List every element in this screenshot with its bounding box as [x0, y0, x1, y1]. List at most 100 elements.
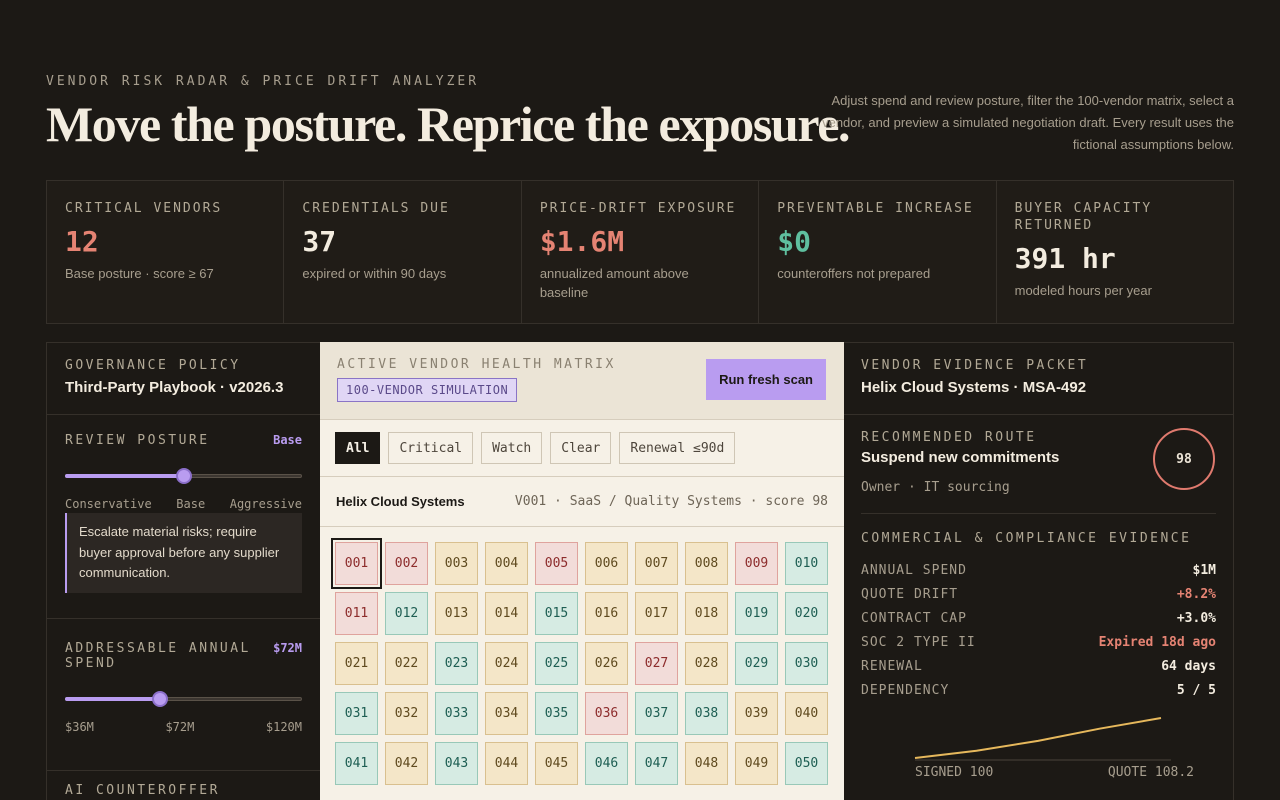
slider-thumb[interactable] — [175, 468, 192, 484]
vendor-cell[interactable]: 033 — [435, 692, 478, 735]
evidence-key: ANNUAL SPEND — [861, 562, 967, 578]
counteroffer-label: AI COUNTEROFFER — [65, 783, 220, 798]
vendor-cell[interactable]: 003 — [435, 542, 478, 585]
vendor-cell[interactable]: 036 — [585, 692, 628, 735]
evidence-header: VENDOR EVIDENCE PACKET Helix Cloud Syste… — [844, 343, 1233, 415]
selected-vendor-meta: V001 · SaaS / Quality Systems · score 98 — [514, 494, 828, 509]
vendor-cell[interactable]: 018 — [685, 592, 728, 635]
route-section: RECOMMENDED ROUTE Suspend new commitment… — [844, 415, 1233, 495]
vendor-cell[interactable]: 009 — [735, 542, 778, 585]
vendor-cell[interactable]: 035 — [535, 692, 578, 735]
vendor-cell[interactable]: 010 — [785, 542, 828, 585]
vendor-cell[interactable]: 050 — [785, 742, 828, 785]
vendor-cell[interactable]: 026 — [585, 642, 628, 685]
vendor-cell[interactable]: 031 — [335, 692, 378, 735]
vendor-cell[interactable]: 017 — [635, 592, 678, 635]
vendor-cell[interactable]: 041 — [335, 742, 378, 785]
vendor-cell[interactable]: 027 — [635, 642, 678, 685]
evidence-row: CONTRACT CAP +3.0% — [861, 606, 1216, 630]
vendor-cell[interactable]: 001 — [331, 538, 382, 589]
spend-slider[interactable] — [65, 691, 302, 707]
governance-title: Third-Party Playbook · v2026.3 — [65, 379, 284, 396]
simulation-badge: 100-VENDOR SIMULATION — [337, 378, 518, 402]
vendor-cell[interactable]: 015 — [535, 592, 578, 635]
slider-fill — [65, 697, 160, 701]
evidence-row: RENEWAL 64 days — [861, 654, 1216, 678]
vendor-cell[interactable]: 022 — [385, 642, 428, 685]
vendor-cell[interactable]: 028 — [685, 642, 728, 685]
vendor-cell[interactable]: 025 — [535, 642, 578, 685]
vendor-cell[interactable]: 006 — [585, 542, 628, 585]
evidence-key: SOC 2 TYPE II — [861, 634, 976, 650]
slider-thumb[interactable] — [151, 691, 168, 707]
run-scan-button[interactable]: Run fresh scan — [706, 359, 826, 400]
kpi-card: PRICE-DRIFT EXPOSURE $1.6M annualized amou… — [522, 181, 760, 323]
vendor-cell[interactable]: 021 — [335, 642, 378, 685]
vendor-cell[interactable]: 016 — [585, 592, 628, 635]
sparkline-end-label: QUOTE 108.2 — [1108, 765, 1194, 780]
evidence-rows: ANNUAL SPEND $1M QUOTE DRIFT +8.2% CONTRACT … — [861, 558, 1216, 702]
vendor-cell[interactable]: 002 — [385, 542, 428, 585]
evidence-section: COMMERCIAL & COMPLIANCE EVIDENCE ANNUAL … — [844, 514, 1233, 785]
vendor-cell[interactable]: 020 — [785, 592, 828, 635]
vendor-cell[interactable]: 024 — [485, 642, 528, 685]
evidence-key: CONTRACT CAP — [861, 610, 967, 626]
vendor-cell[interactable]: 023 — [435, 642, 478, 685]
vendor-cell[interactable]: 039 — [735, 692, 778, 735]
filter-bar: All Critical Watch Clear Renewal ≤90d — [320, 420, 844, 477]
vendor-cell[interactable]: 037 — [635, 692, 678, 735]
vendor-cell[interactable]: 038 — [685, 692, 728, 735]
vendor-cell[interactable]: 019 — [735, 592, 778, 635]
vendor-cell[interactable]: 011 — [335, 592, 378, 635]
evidence-row: QUOTE DRIFT +8.2% — [861, 582, 1216, 606]
filter-chip[interactable]: Critical — [388, 432, 474, 464]
vendor-cell[interactable]: 044 — [485, 742, 528, 785]
vendor-cell[interactable]: 007 — [635, 542, 678, 585]
kpi-sub: expired or within 90 days — [302, 266, 447, 281]
filter-chip[interactable]: Watch — [481, 432, 543, 464]
kpi-card: BUYER CAPACITY RETURNED 391 hr modeled hou… — [997, 181, 1233, 323]
vendor-cell[interactable]: 043 — [435, 742, 478, 785]
vendor-cell[interactable]: 045 — [535, 742, 578, 785]
eyebrow: VENDOR RISK RADAR & PRICE DRIFT ANALYZER — [46, 74, 480, 89]
price-drift-sparkline: SIGNED 100 QUOTE 108.2 — [914, 717, 1194, 780]
posture-value: Base — [273, 433, 302, 447]
vendor-cell[interactable]: 014 — [485, 592, 528, 635]
vendor-cell[interactable]: 040 — [785, 692, 828, 735]
evidence-row: SOC 2 TYPE II Expired 18d ago — [861, 630, 1216, 654]
slider-fill — [65, 474, 184, 478]
vendor-cell[interactable]: 012 — [385, 592, 428, 635]
vendor-cell[interactable]: 005 — [535, 542, 578, 585]
posture-slider[interactable] — [65, 468, 302, 484]
vendor-cell[interactable]: 029 — [735, 642, 778, 685]
kpi-sub: counteroffers not prepared — [777, 266, 931, 281]
evidence-key: RENEWAL — [861, 658, 923, 674]
filter-chip[interactable]: All — [335, 432, 381, 464]
evidence-value: 5 / 5 — [1176, 682, 1216, 698]
tick-label: $36M — [65, 720, 94, 734]
vendor-cell[interactable]: 008 — [685, 542, 728, 585]
spend-label: ADDRESSABLE ANNUAL SPEND — [65, 641, 251, 671]
sparkline-start-label: SIGNED 100 — [915, 765, 993, 780]
evidence-key: DEPENDENCY — [861, 682, 950, 698]
intro-text: Adjust spend and review posture, filter … — [822, 93, 1234, 152]
vendor-cell[interactable]: 048 — [685, 742, 728, 785]
kpi-label: BUYER CAPACITY RETURNED — [1014, 201, 1153, 233]
kpi-strip: CRITICAL VENDORS 12 Base posture · score ≥… — [46, 180, 1234, 324]
vendor-cell[interactable]: 049 — [735, 742, 778, 785]
vendor-cell[interactable]: 046 — [585, 742, 628, 785]
kpi-value: 391 hr — [1014, 242, 1116, 275]
filter-chip[interactable]: Renewal ≤90d — [619, 432, 736, 464]
vendor-cell[interactable]: 042 — [385, 742, 428, 785]
vendor-cell[interactable]: 047 — [635, 742, 678, 785]
filter-chip[interactable]: Clear — [550, 432, 612, 464]
vendor-cell[interactable]: 013 — [435, 592, 478, 635]
score-ring: 98 — [1153, 428, 1215, 490]
vendor-cell[interactable]: 032 — [385, 692, 428, 735]
kpi-value: $0 — [777, 225, 811, 258]
vendor-cell[interactable]: 030 — [785, 642, 828, 685]
vendor-cell[interactable]: 034 — [485, 692, 528, 735]
vendor-cell[interactable]: 004 — [485, 542, 528, 585]
matrix-header: ACTIVE VENDOR HEALTH MATRIX 100-VENDOR S… — [320, 342, 844, 420]
kpi-card: PREVENTABLE INCREASE $0 counteroffers not … — [759, 181, 997, 323]
